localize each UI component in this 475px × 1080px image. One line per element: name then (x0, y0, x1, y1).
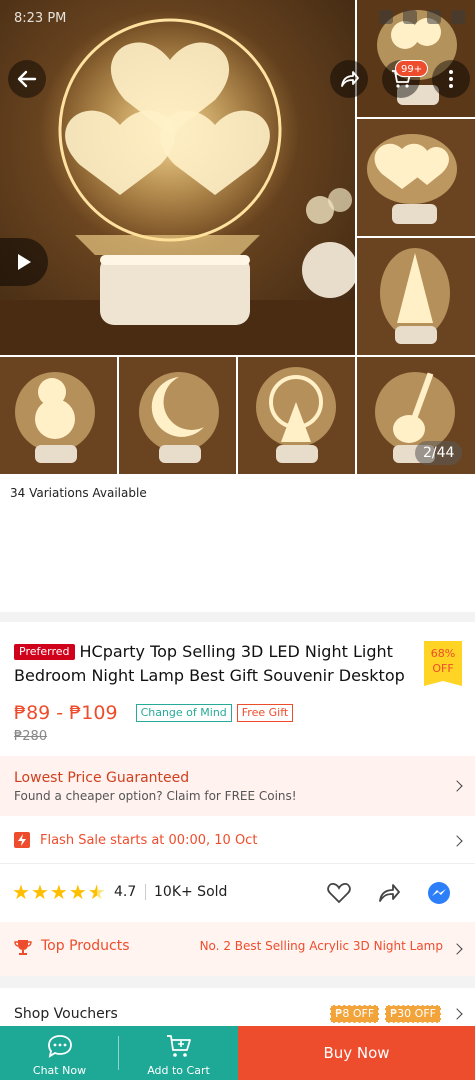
preferred-badge: Preferred (14, 644, 75, 660)
voucher-tag: ₱30 OFF (385, 1005, 441, 1023)
discount-tag: 68% OFF (424, 641, 462, 686)
share-arrow-icon (341, 71, 359, 87)
star-full-icon: ★ (30, 880, 49, 904)
product-gallery[interactable]: 8:23 PM 99+ 2/44 (0, 0, 475, 474)
guarantee-title: Lowest Price Guaranteed (14, 770, 190, 786)
discount-percent: 68% (430, 647, 456, 660)
change-of-mind-chip[interactable]: Change of Mind (135, 704, 232, 722)
star-full-icon: ★ (68, 880, 87, 904)
sold-count: 10K+ Sold (154, 884, 228, 900)
service-chips: Change of Mind Free Gift (135, 704, 294, 722)
play-video-button[interactable] (0, 238, 48, 286)
buy-now-button[interactable]: Buy Now (238, 1026, 475, 1080)
lightning-icon (14, 832, 30, 848)
rating-separator (145, 884, 146, 900)
section-divider (0, 976, 475, 988)
top-products-row[interactable]: Top Products No. 2 Best Selling Acrylic … (0, 922, 475, 976)
chat-bubble-icon (47, 1035, 72, 1058)
chevron-right-icon (451, 835, 463, 847)
battery-icon (451, 10, 465, 24)
variations-count[interactable]: 34 Variations Available (10, 486, 147, 500)
star-full-icon: ★ (12, 880, 30, 904)
status-icons (379, 10, 465, 24)
heart-icon[interactable] (326, 880, 352, 906)
share-icon[interactable] (376, 880, 402, 906)
rating-row: ★ ★ ★ ★ ★ 4.7 10K+ Sold (0, 866, 475, 920)
trophy-icon (14, 940, 32, 955)
arrow-left-icon (17, 70, 37, 88)
add-to-cart-button[interactable]: Add to Cart (119, 1026, 238, 1080)
voucher-tag: ₱8 OFF (330, 1005, 380, 1023)
guarantee-subtitle: Found a cheaper option? Claim for FREE C… (14, 789, 297, 803)
lowest-price-guarantee-row[interactable]: Lowest Price Guaranteed Found a cheaper … (0, 756, 475, 816)
top-products-label: Top Products (41, 938, 130, 954)
thumbnail-teddy-bear[interactable] (0, 357, 117, 474)
thumbnail-ferris-wheel[interactable] (238, 357, 355, 474)
flash-sale-text: Flash Sale starts at 00:00, 10 Oct (40, 833, 258, 848)
product-title-block: Preferred HCparty Top Selling 3D LED Nigh… (14, 640, 419, 688)
messenger-share-icon[interactable] (426, 880, 452, 906)
main-product-image[interactable] (0, 0, 355, 355)
image-counter: 2/44 (415, 441, 463, 465)
add-to-cart-icon (166, 1035, 191, 1057)
discount-label: OFF (432, 662, 454, 675)
share-button[interactable] (330, 60, 368, 98)
section-divider (0, 612, 475, 622)
thumbnail-arrow-hearts[interactable] (357, 119, 475, 236)
price-range: ₱89 - ₱109 (14, 702, 118, 724)
star-half-icon: ★ (87, 880, 106, 904)
chevron-right-icon (451, 1008, 463, 1020)
signal-icon (427, 10, 441, 24)
voucher-tags: ₱8 OFF ₱30 OFF (330, 1005, 441, 1023)
shop-vouchers-label: Shop Vouchers (14, 1006, 118, 1022)
alarm-icon (379, 10, 393, 24)
more-vertical-icon (449, 70, 453, 88)
cart-count-badge: 99+ (395, 60, 429, 77)
chevron-right-icon (451, 780, 463, 792)
add-to-cart-label: Add to Cart (147, 1064, 210, 1077)
flash-sale-row[interactable]: Flash Sale starts at 00:00, 10 Oct (0, 818, 475, 864)
free-gift-chip[interactable]: Free Gift (236, 704, 294, 722)
rating-stars[interactable]: ★ ★ ★ ★ ★ (12, 881, 106, 903)
original-price: ₱280 (14, 729, 48, 744)
top-products-rank: No. 2 Best Selling Acrylic 3D Night Lamp (199, 939, 443, 953)
teal-actions: Chat Now Add to Cart (0, 1026, 238, 1080)
star-full-icon: ★ (49, 880, 68, 904)
chevron-right-icon (451, 943, 463, 955)
mute-icon (403, 10, 417, 24)
status-time: 8:23 PM (14, 11, 67, 26)
price-row: ₱89 - ₱109 Change of Mind Free Gift (14, 702, 294, 724)
thumbnail-eiffel-tower[interactable] (357, 238, 475, 355)
play-icon (18, 254, 31, 270)
status-bar: 8:23 PM (0, 0, 475, 40)
bottom-action-bar: Chat Now Add to Cart Buy Now (0, 1026, 475, 1080)
chat-now-label: Chat Now (32, 1064, 87, 1077)
shop-vouchers-row[interactable]: Shop Vouchers ₱8 OFF ₱30 OFF (0, 996, 475, 1030)
more-options-button[interactable] (432, 60, 470, 98)
buy-now-label: Buy Now (323, 1044, 390, 1062)
chat-now-button[interactable]: Chat Now (0, 1026, 119, 1080)
back-button[interactable] (8, 60, 46, 98)
rating-value: 4.7 (114, 884, 137, 900)
thumbnail-moon-bear[interactable] (119, 357, 236, 474)
